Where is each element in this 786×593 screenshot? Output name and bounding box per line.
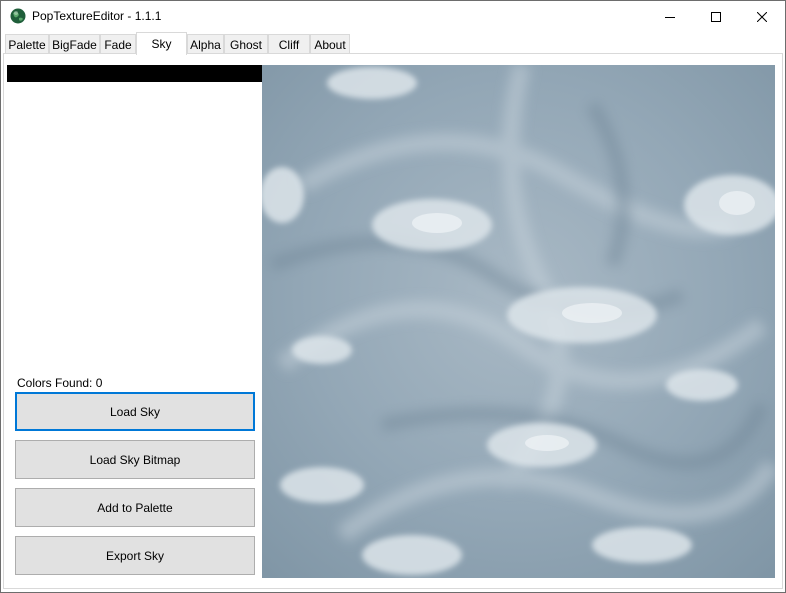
globe-icon <box>10 8 26 24</box>
load-sky-button[interactable]: Load Sky <box>15 392 255 431</box>
tab-palette[interactable]: Palette <box>5 34 49 54</box>
close-icon <box>757 11 767 22</box>
maximize-button[interactable] <box>693 1 739 32</box>
maximize-icon <box>711 11 721 22</box>
load-sky-bitmap-button[interactable]: Load Sky Bitmap <box>15 440 255 479</box>
minimize-icon <box>665 12 675 22</box>
tab-sky[interactable]: Sky <box>136 32 187 55</box>
tab-fade[interactable]: Fade <box>100 34 136 54</box>
window-title: PopTextureEditor - 1.1.1 <box>32 9 162 23</box>
tab-alpha[interactable]: Alpha <box>187 34 224 54</box>
add-to-palette-button[interactable]: Add to Palette <box>15 488 255 527</box>
export-sky-button[interactable]: Export Sky <box>15 536 255 575</box>
palette-color-strip <box>7 65 264 82</box>
sky-texture-preview <box>262 65 775 578</box>
colors-found-text: Colors Found: <box>17 376 93 390</box>
minimize-button[interactable] <box>647 1 693 32</box>
colors-found-label: Colors Found: 0 <box>17 376 102 390</box>
app-window: PopTextureEditor - 1.1.1 Palette BigFade… <box>0 0 786 593</box>
tab-cliff[interactable]: Cliff <box>268 34 310 54</box>
title-bar[interactable]: PopTextureEditor - 1.1.1 <box>1 1 785 32</box>
tab-strip: Palette BigFade Fade Sky Alpha Ghost Cli… <box>1 32 785 55</box>
close-button[interactable] <box>739 1 785 32</box>
tab-about[interactable]: About <box>310 34 350 54</box>
colors-found-value: 0 <box>95 376 103 390</box>
tab-bigfade[interactable]: BigFade <box>49 34 100 54</box>
sky-tab-page: Colors Found: 0 Load Sky Load Sky Bitmap… <box>3 53 783 589</box>
tab-ghost[interactable]: Ghost <box>224 34 268 54</box>
